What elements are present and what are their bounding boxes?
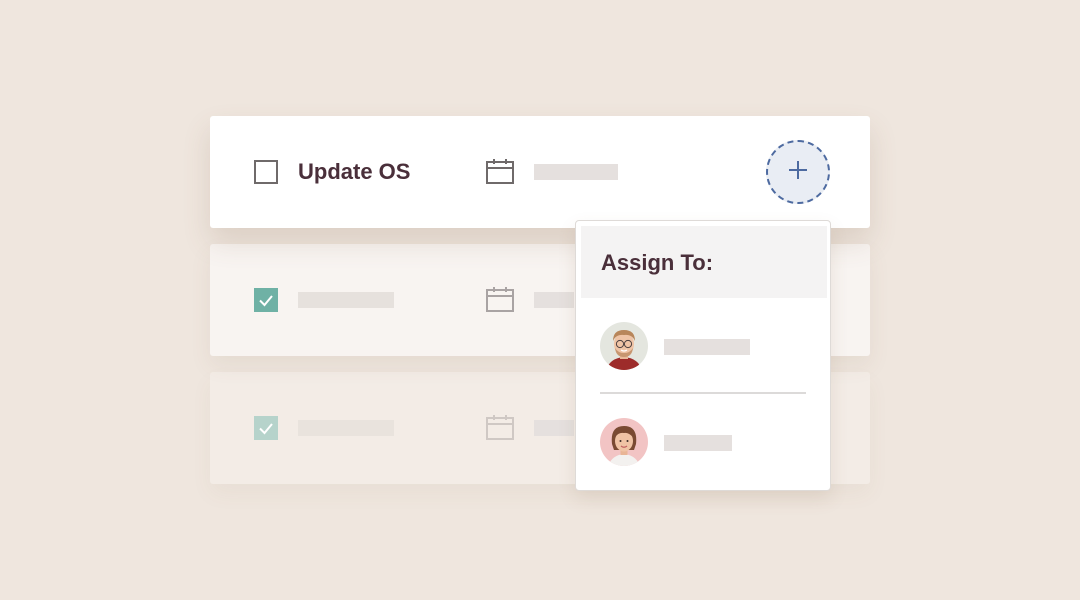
plus-icon: [787, 159, 809, 186]
due-date-placeholder[interactable]: [534, 164, 618, 180]
checkmark-icon: [259, 423, 273, 435]
task-row-update-os[interactable]: Update OS: [210, 116, 870, 228]
man-with-glasses-avatar: [600, 322, 648, 370]
calendar-icon[interactable]: [486, 414, 514, 445]
assignee-name-placeholder: [664, 339, 750, 355]
assignee-option[interactable]: [576, 311, 830, 383]
assignee-option[interactable]: [576, 407, 830, 479]
task-checkbox-checked[interactable]: [254, 288, 278, 312]
dropdown-header: Assign To:: [581, 226, 827, 298]
assignee-name-placeholder: [664, 435, 732, 451]
task-checkbox[interactable]: [254, 160, 278, 184]
task-title[interactable]: Update OS: [298, 156, 410, 188]
due-date-placeholder[interactable]: [534, 292, 574, 308]
assign-to-dropdown: Assign To:: [575, 220, 831, 491]
task-title-placeholder: [298, 292, 394, 308]
task-title-placeholder: [298, 420, 394, 436]
due-date-placeholder[interactable]: [534, 420, 574, 436]
woman-avatar: [600, 418, 648, 466]
checkmark-icon: [259, 295, 273, 307]
dropdown-title: Assign To:: [601, 250, 714, 275]
add-assignee-button[interactable]: [766, 140, 830, 204]
divider: [600, 392, 806, 394]
calendar-icon[interactable]: [486, 286, 514, 317]
calendar-icon[interactable]: [486, 158, 514, 189]
task-checkbox-checked[interactable]: [254, 416, 278, 440]
